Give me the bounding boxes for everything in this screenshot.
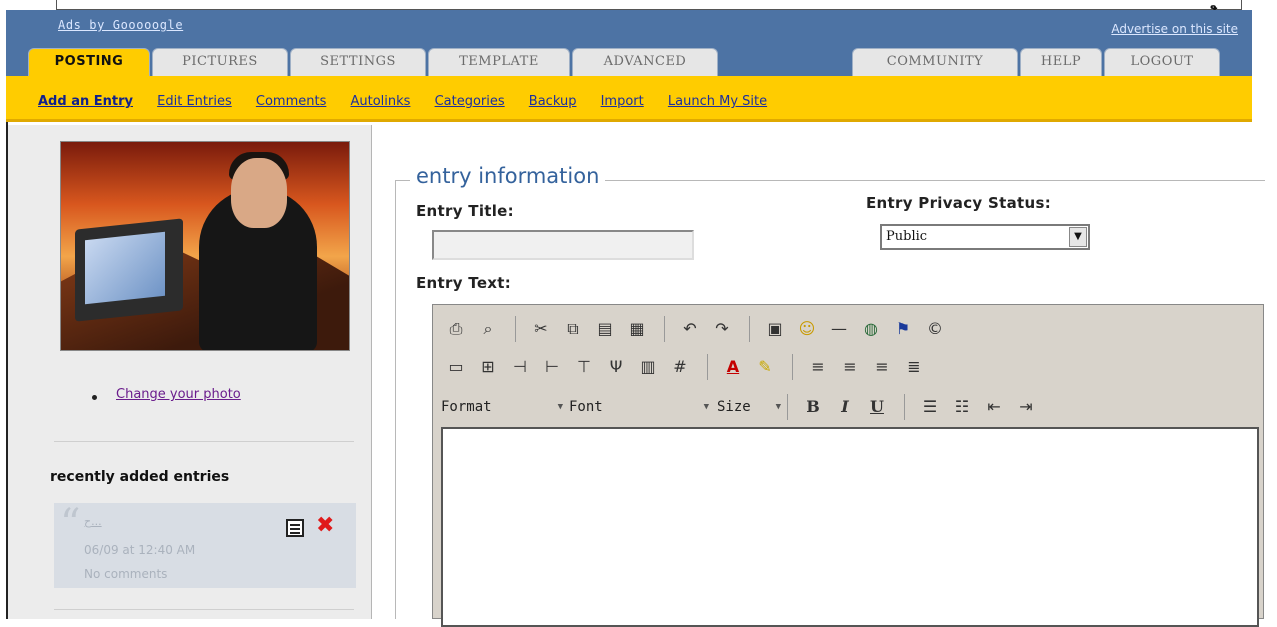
grid-icon[interactable]: # [669,356,691,378]
numbered-list-icon[interactable]: ☰ [919,396,941,418]
bold-button[interactable]: B [802,396,824,418]
toolbar-separator [749,316,750,342]
table-icon[interactable]: ▭ [445,356,467,378]
entry-title-input[interactable] [432,230,694,260]
merge-cell-icon[interactable]: ⊢ [541,356,563,378]
subnav-comments[interactable]: Comments [256,94,326,109]
subnav-import[interactable]: Import [601,94,644,109]
subnav-bar: Add an Entry Edit Entries Comments Autol… [6,76,1252,122]
chevron-down-icon: ▼ [703,402,709,412]
bullet-icon [92,395,97,400]
profile-photo [60,141,350,351]
subnav-categories[interactable]: Categories [435,94,505,109]
size-dropdown-label: Size [717,399,751,415]
subnav: Add an Entry Edit Entries Comments Autol… [38,94,787,109]
justify-icon[interactable]: ≣ [903,356,925,378]
format-dropdown-label: Format [441,399,492,415]
italic-button[interactable]: I [834,396,856,418]
recent-entry-comments: No comments [84,567,168,581]
sidebar-divider-bottom [54,609,354,610]
subnav-backup[interactable]: Backup [529,94,577,109]
subnav-add-entry[interactable]: Add an Entry [38,94,133,109]
toolbar-row-2: ▭ ⊞ ⊣ ⊢ ⊤ Ψ ▥ # A ✎ ≡ ≡ ≡ ≣ [445,353,935,381]
toolbar-separator [664,316,665,342]
recent-entries-heading: recently added entries [50,469,230,485]
size-dropdown[interactable]: Size ▼ [717,396,781,418]
editor-content-area[interactable] [441,427,1259,627]
anchor-icon[interactable]: ⚑ [892,318,914,340]
copyright-icon[interactable]: © [924,318,946,340]
toolbar-separator [515,316,516,342]
redo-icon[interactable]: ↷ [711,318,733,340]
top-strip: ﻮ [0,0,1277,12]
ads-row: Ads by Gooooogle Advertise on this site [6,10,1252,40]
outdent-icon[interactable]: ⇤ [983,396,1005,418]
top-input-edge [56,0,1242,10]
change-photo-link[interactable]: Change your photo [116,387,241,402]
chevron-down-icon: ▼ [775,402,781,412]
fieldset-legend: entry information [410,164,606,188]
privacy-status-label: Entry Privacy Status: [866,194,1051,212]
subnav-launch-site[interactable]: Launch My Site [668,94,767,109]
horizontal-rule-icon[interactable]: — [828,318,850,340]
smiley-icon[interactable]: ☺ [796,318,818,340]
fieldset-left-border [395,180,396,619]
align-center-icon[interactable]: ≡ [839,356,861,378]
privacy-select[interactable]: Public ▼ [880,224,1090,250]
ads-link[interactable]: Ads by Gooooogle [58,18,183,32]
cell-properties-icon[interactable]: ▥ [637,356,659,378]
link-globe-icon[interactable]: ◍ [860,318,882,340]
format-dropdown[interactable]: Format ▼ [441,396,563,418]
underline-button[interactable]: U [866,396,888,418]
sidebar-divider [54,441,354,442]
subnav-autolinks[interactable]: Autolinks [350,94,410,109]
insert-column-icon[interactable]: Ψ [605,356,627,378]
privacy-select-value: Public [886,229,928,244]
cut-icon[interactable]: ✂ [530,318,552,340]
font-dropdown[interactable]: Font ▼ [569,396,709,418]
toolbar-separator [792,354,793,380]
insert-row-icon[interactable]: ⊤ [573,356,595,378]
copy-icon[interactable]: ⧉ [562,318,584,340]
find-icon[interactable]: ⌕ [477,318,499,340]
toolbar-row-3: Format ▼ Font ▼ Size ▼ B I U ☰ ☷ ⇤ ⇥ [441,393,1047,421]
indent-icon[interactable]: ⇥ [1015,396,1037,418]
recent-entry-title[interactable]: ح... [84,515,102,528]
toolbar-separator [707,354,708,380]
table-properties-icon[interactable]: ⊞ [477,356,499,378]
paste-icon[interactable]: ▤ [594,318,616,340]
edit-entry-icon[interactable] [286,519,304,537]
image-icon[interactable]: ▣ [764,318,786,340]
photo-head [231,158,287,228]
toolbar-separator [787,394,788,420]
chevron-down-icon: ▼ [557,402,563,412]
recent-entry-date: 06/09 at 12:40 AM [84,543,196,557]
toolbar-row-1: ⎙ ⌕ ✂ ⧉ ▤ ▦ ↶ ↷ ▣ ☺ — ◍ ⚑ © [445,315,956,343]
align-left-icon[interactable]: ≡ [807,356,829,378]
align-right-icon[interactable]: ≡ [871,356,893,378]
font-dropdown-label: Font [569,399,603,415]
quote-icon: “ [60,501,81,547]
text-color-icon[interactable]: A [722,356,744,378]
delete-entry-icon[interactable]: ✖ [316,513,334,538]
sidebar: Change your photo recently added entries… [8,125,372,619]
split-cell-icon[interactable]: ⊣ [509,356,531,378]
highlight-icon[interactable]: ✎ [754,356,776,378]
advertise-link[interactable]: Advertise on this site [1111,22,1238,36]
header-bar: Ads by Gooooogle Advertise on this site … [6,10,1252,86]
rich-text-editor: ⎙ ⌕ ✂ ⧉ ▤ ▦ ↶ ↷ ▣ ☺ — ◍ ⚑ © ▭ ⊞ ⊣ ⊢ ⊤ Ψ … [432,304,1264,627]
toolbar-separator [904,394,905,420]
entry-text-label: Entry Text: [416,274,512,292]
paste-word-icon[interactable]: ▦ [626,318,648,340]
recent-entry-card: “ ح... 06/09 at 12:40 AM No comments ✖ [54,501,356,588]
subnav-edit-entries[interactable]: Edit Entries [157,94,232,109]
print-icon[interactable]: ⎙ [445,318,467,340]
photo-screen [85,231,165,305]
chevron-down-icon[interactable]: ▼ [1069,227,1087,247]
entry-title-label: Entry Title: [416,202,514,220]
undo-icon[interactable]: ↶ [679,318,701,340]
bulleted-list-icon[interactable]: ☷ [951,396,973,418]
